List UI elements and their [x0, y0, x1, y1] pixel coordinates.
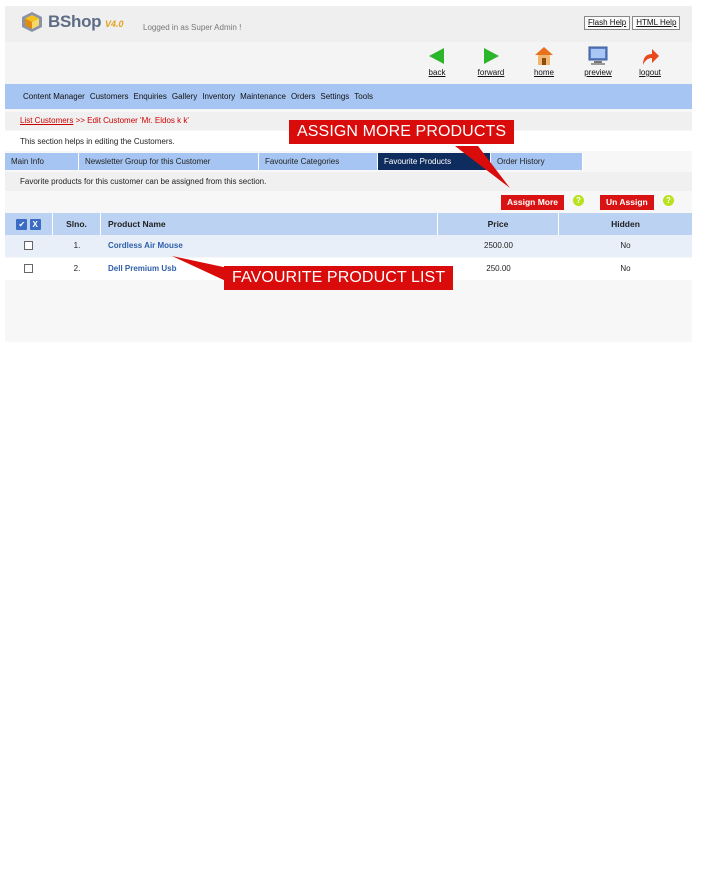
menu-inventory[interactable]: Inventory [202, 92, 235, 101]
tab-favourite-categories[interactable]: Favourite Categories [259, 153, 378, 170]
uncheck-all-icon[interactable]: X [29, 219, 41, 230]
check-all-icon[interactable]: ✔ [16, 219, 28, 230]
assign-more-help-icon[interactable]: ? [573, 195, 584, 206]
tab-favourite-products[interactable]: Favourite Products [378, 153, 491, 170]
column-price: Price [438, 213, 559, 235]
preview-label: preview [584, 68, 612, 77]
column-hidden: Hidden [611, 219, 640, 229]
monitor-icon [588, 46, 608, 65]
logo-cube-icon [22, 12, 42, 32]
back-arrow-icon [429, 48, 444, 64]
tab-order-history[interactable]: Order History [491, 153, 583, 170]
forward-arrow-icon [484, 48, 499, 64]
logo-text: BShop [48, 12, 102, 31]
menu-gallery[interactable]: Gallery [172, 92, 197, 101]
table-header: ✔ X Slno. Product Name Price Hidden [5, 213, 692, 235]
logout-label: logout [639, 68, 661, 77]
row-product-name-link[interactable]: Cordless Air Mouse [108, 235, 438, 257]
un-assign-button[interactable]: Un Assign [600, 195, 654, 210]
column-product-name: Product Name [101, 213, 438, 235]
un-assign-help-icon[interactable]: ? [663, 195, 674, 206]
logout-arrow-icon [643, 49, 659, 65]
menu-maintenance[interactable]: Maintenance [240, 92, 286, 101]
row-slno: 2. [73, 264, 81, 273]
callout-assign-more-products: ASSIGN MORE PRODUCTS [289, 120, 515, 144]
tab-description: Favorite products for this customer can … [5, 172, 692, 191]
breadcrumb-list-customers-link[interactable]: List Customers [20, 116, 73, 125]
menu-settings[interactable]: Settings [320, 92, 349, 101]
breadcrumb-current: >> Edit Customer 'Mr. Eldos k k' [73, 116, 189, 125]
menu-enquiries[interactable]: Enquiries [134, 92, 167, 101]
column-slno: Slno. [53, 213, 101, 235]
help-links: Flash Help HTML Help [584, 16, 681, 30]
tab-bar: Main Info Newsletter Group for this Cust… [5, 153, 583, 170]
flash-help-link[interactable]: Flash Help [584, 16, 631, 30]
tab-newsletter-group[interactable]: Newsletter Group for this Customer [79, 153, 259, 170]
html-help-link[interactable]: HTML Help [632, 16, 681, 30]
main-menu: Content Manager Customers Enquiries Gall… [5, 84, 692, 109]
menu-orders[interactable]: Orders [291, 92, 315, 101]
row-checkbox[interactable] [24, 264, 33, 273]
back-label: back [428, 68, 446, 77]
row-slno: 1. [73, 241, 81, 250]
table-row: 1. Cordless Air Mouse 2500.00 No [5, 235, 692, 257]
logged-in-status: Logged in as Super Admin ! [143, 23, 242, 32]
menu-customers[interactable]: Customers [90, 92, 129, 101]
assign-more-button[interactable]: Assign More [501, 195, 565, 210]
row-hidden: No [620, 241, 631, 250]
callout-favourite-product-list: FAVOURITE PRODUCT LIST [224, 266, 454, 290]
row-price: 2500.00 [484, 241, 513, 250]
forward-button[interactable]: forward [471, 46, 511, 77]
logout-button[interactable]: logout [630, 46, 670, 77]
menu-tools[interactable]: Tools [354, 92, 373, 101]
row-price: 250.00 [486, 264, 511, 273]
row-checkbox[interactable] [24, 241, 33, 250]
back-button[interactable]: back [417, 46, 457, 77]
tab-main-info[interactable]: Main Info [5, 153, 79, 170]
row-hidden: No [620, 264, 631, 273]
forward-label: forward [477, 68, 505, 77]
logo-version: V4.0 [105, 19, 124, 29]
home-button[interactable]: home [524, 46, 564, 77]
select-controls: ✔ X [5, 213, 53, 235]
home-icon [535, 47, 553, 65]
preview-button[interactable]: preview [578, 46, 618, 77]
home-label: home [533, 68, 554, 77]
menu-content-manager[interactable]: Content Manager [23, 92, 85, 101]
